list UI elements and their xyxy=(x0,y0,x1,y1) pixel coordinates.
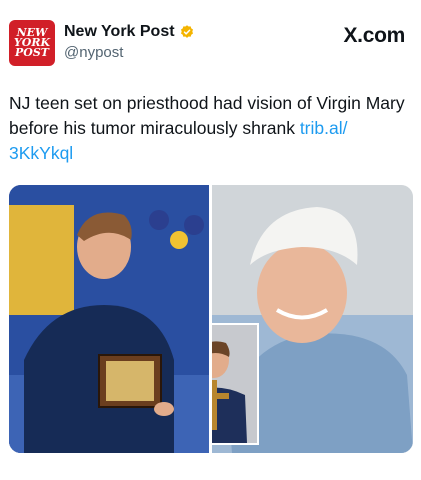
inset-teen-with-crucifix-photo xyxy=(212,325,257,443)
teen-with-plaque-illustration xyxy=(9,185,209,453)
inset-photo-frame xyxy=(212,323,259,445)
tweet-header: NEW YORK POST New York Post @nypost X.co… xyxy=(9,18,413,70)
teen-in-hospital-bed-photo[interactable] xyxy=(212,185,413,453)
account-handle[interactable]: @nypost xyxy=(64,44,123,61)
tweet-media[interactable] xyxy=(9,185,413,453)
tweet-text: NJ teen set on priesthood had vision of … xyxy=(9,91,405,166)
x-com-brand: X.com xyxy=(343,24,405,47)
logo-line-3: POST xyxy=(15,46,49,59)
verified-badge-icon xyxy=(180,25,193,38)
display-name: New York Post xyxy=(64,23,175,40)
teen-with-plaque-photo[interactable] xyxy=(9,185,209,453)
new-york-post-logo[interactable]: NEW YORK POST xyxy=(9,20,55,66)
account-name[interactable]: New York Post xyxy=(64,23,195,41)
